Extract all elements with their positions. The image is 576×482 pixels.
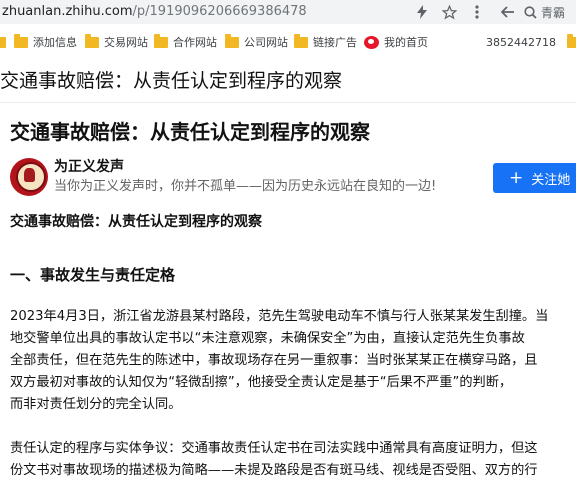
paragraph-line: 2023年4月3日，浙江省龙游县某村路段，范先生驾驶电动车不慎与行人张某某发生刮…	[10, 309, 549, 324]
star-icon[interactable]	[439, 2, 459, 22]
author-name[interactable]: 为正义发声	[54, 158, 124, 176]
bookmark-number[interactable]: 3852442718	[486, 33, 556, 51]
paragraph-line: 全部责任，但在范先生的陈述中，事故现场存在另一重叙事：当时张某某正在横穿马路，且	[10, 353, 538, 368]
page-header-title: 交通事故赔偿：从责任认定到程序的观察	[0, 60, 576, 103]
bookmark-weibo-home[interactable]: 我的首页	[364, 33, 428, 51]
bookmark-label: 链接广告	[313, 36, 357, 49]
folder-icon	[154, 33, 168, 48]
folder-icon	[14, 33, 28, 48]
bookmark-folder-overflow[interactable]	[567, 33, 576, 51]
paragraph-line: 地交警单位出具的事故认定书以“未注意观察，未确保安全”为由，直接认定范先生负事故	[10, 331, 525, 346]
paragraph-2: 责任认定的程序与实体争议：交通事故责任认定书在司法实践中通常具有高度证明力，但这…	[10, 438, 576, 482]
bookmark-label: 公司网站	[244, 36, 288, 49]
header-title-text: 交通事故赔偿：从责任认定到程序的观察	[0, 70, 343, 92]
url-host: zhuanlan.zhihu.com	[2, 4, 133, 19]
bookmark-label: 合作网站	[173, 36, 217, 49]
bookmark-folder-partners[interactable]: 合作网站	[154, 33, 217, 51]
bookmark-label: 交易网站	[104, 36, 148, 49]
bookmark-folder-company[interactable]: 公司网站	[225, 33, 288, 51]
weibo-icon	[364, 35, 379, 49]
section-heading: 一、事故发生与责任定格	[10, 266, 176, 284]
folder-icon	[225, 33, 239, 48]
follow-label: 关注她	[531, 172, 571, 188]
article-title: 交通事故赔偿：从责任认定到程序的观察	[10, 120, 370, 144]
bookmark-folder-add-info[interactable]: 添加信息	[14, 33, 77, 51]
lightning-icon[interactable]	[412, 2, 432, 22]
bookmark-label: 3852442718	[486, 35, 556, 49]
bookmarks-bar: 添加信息 交易网站 合作网站 公司网站 链接广告 我的首页 3852442718	[0, 24, 576, 61]
avatar[interactable]	[10, 158, 48, 196]
folder-icon	[85, 33, 99, 48]
address-bar[interactable]: zhuanlan.zhihu.com/p/1919096206669386478…	[0, 0, 576, 24]
plus-icon: +	[509, 167, 524, 188]
paragraph-line: 份文书对事故现场的描述极为简略——未提及路段是否有斑马线、视线是否受阻、双方的行	[10, 463, 538, 478]
bookmark-label: 我的首页	[384, 36, 428, 49]
follow-button[interactable]: + 关注她	[493, 163, 576, 193]
bookmark-folder-partial[interactable]	[0, 33, 6, 51]
more-options-icon[interactable]	[467, 2, 487, 22]
search-icon	[524, 5, 537, 19]
paragraph-line: 双方最初对事故的认知仅为“轻微刮擦”，他接受全责认定是基于“后果不严重”的判断，	[10, 375, 513, 390]
back-arrow-icon[interactable]	[498, 2, 518, 22]
paragraph-line: 责任认定的程序与实体争议：交通事故责任认定书在司法实践中通常具有高度证明力，但这	[10, 441, 538, 456]
search-box[interactable]: 青霸	[524, 0, 576, 24]
url-path: /p/1919096206669386478	[132, 4, 307, 19]
folder-icon	[567, 33, 576, 48]
bookmark-folder-links[interactable]: 链接广告	[294, 33, 357, 51]
paragraph-1: 2023年4月3日，浙江省龙游县某村路段，范先生驾驶电动车不慎与行人张某某发生刮…	[10, 306, 576, 416]
paragraph-line: 而非对责任划分的完全认同。	[10, 397, 182, 412]
folder-icon	[0, 36, 6, 48]
search-placeholder: 青霸	[541, 5, 566, 20]
folder-icon	[294, 33, 308, 48]
author-bio: 当你为正义发声时，你并不孤单——因为历史永远站在良知的一边!	[54, 179, 437, 194]
url-field[interactable]: zhuanlan.zhihu.com/p/1919096206669386478	[2, 3, 307, 21]
article-subtitle: 交通事故赔偿：从责任认定到程序的观察	[10, 214, 262, 230]
bookmark-label: 添加信息	[33, 36, 77, 49]
bookmark-folder-trading[interactable]: 交易网站	[85, 33, 148, 51]
